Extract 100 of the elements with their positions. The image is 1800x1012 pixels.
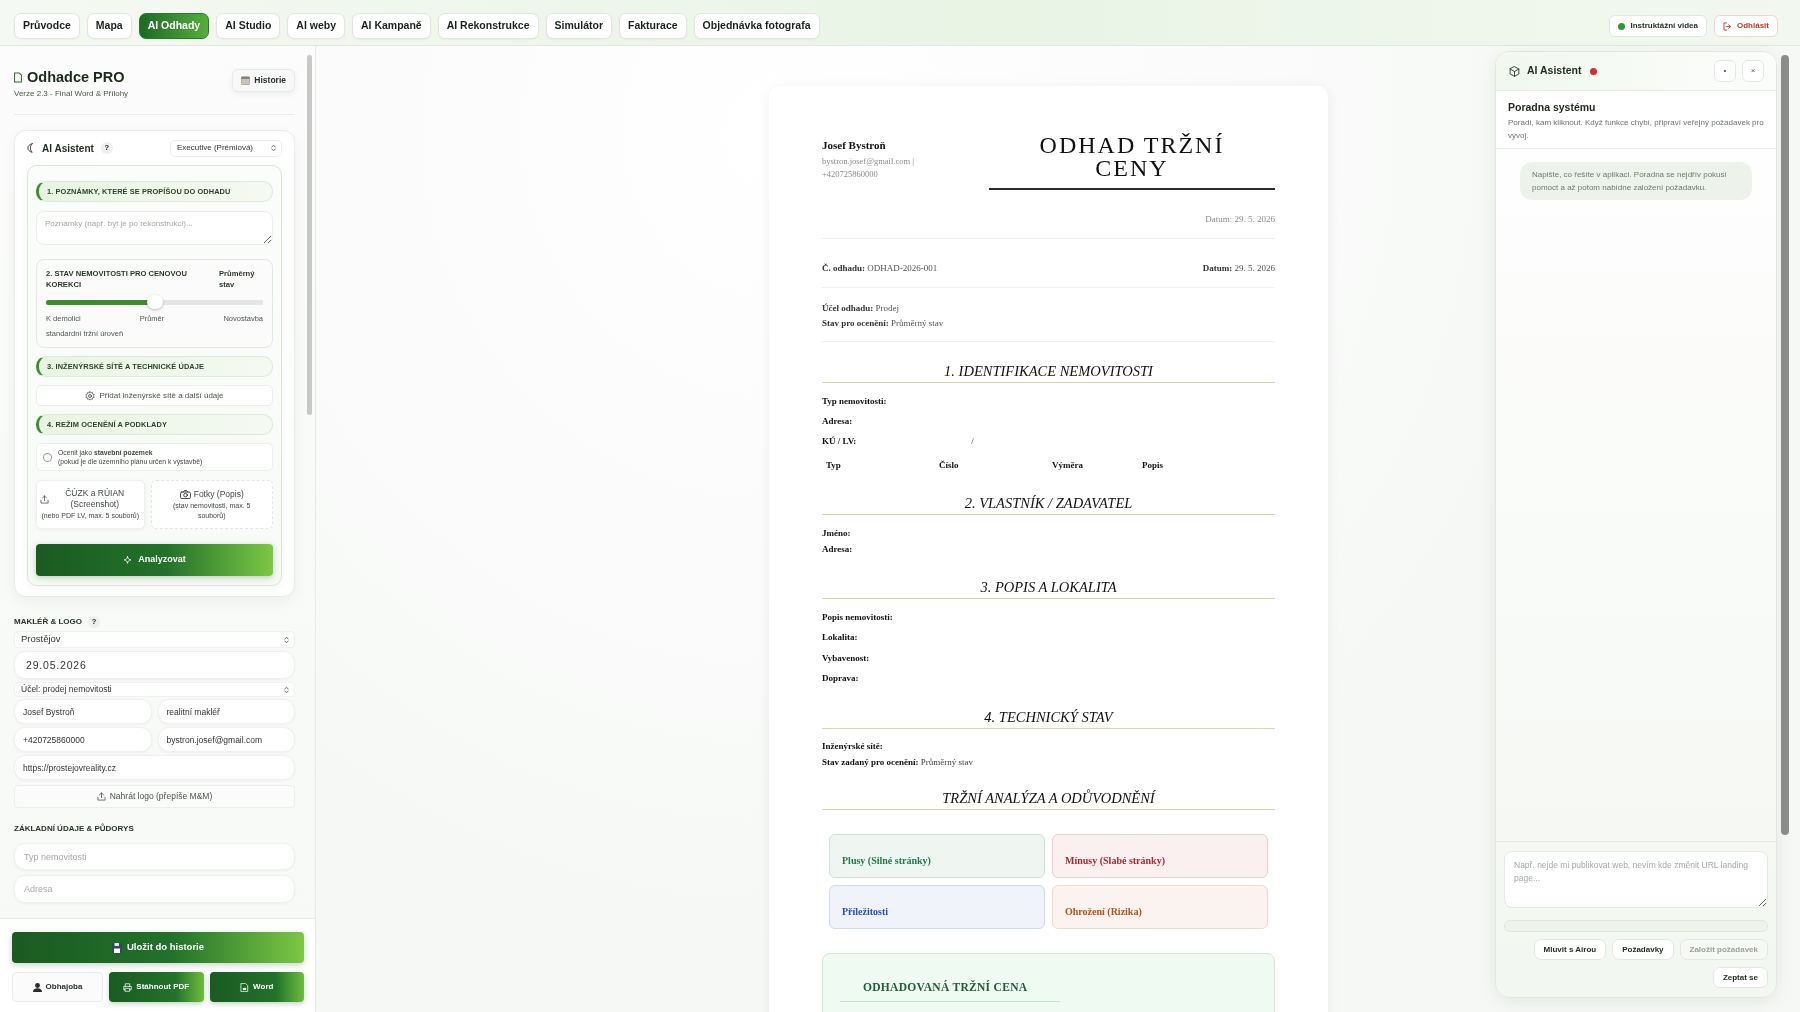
author-name: Josef Bystroň <box>822 138 887 152</box>
nav-tab[interactable]: Objednávka fotografa <box>693 13 820 39</box>
date-text: Datum: 29. 5. 2026 <box>1204 213 1275 225</box>
field-label: Jméno: <box>822 526 852 539</box>
upload-icon <box>96 792 106 801</box>
table-header: Typ <box>826 458 842 471</box>
gear-icon <box>85 390 96 401</box>
person-icon <box>32 982 42 992</box>
nav-tab[interactable]: Simulátor <box>545 13 612 39</box>
field-label: KÚ / LV: <box>822 434 857 447</box>
add-utilities-button[interactable]: Přidat inženýrské sítě a další údaje <box>36 385 273 406</box>
cube-icon <box>1509 65 1520 77</box>
assistant-title: AI Asistent <box>42 141 94 156</box>
field-label: Adresa: <box>822 415 854 427</box>
section-heading: 3. POPIS A LOKALITA <box>822 578 1275 599</box>
purpose-select[interactable]: Účel: prodej nemovitosti <box>14 682 295 697</box>
meta-field: Účel odhadu: Prodej <box>822 301 1275 316</box>
city-select[interactable]: Prostějov <box>14 631 295 648</box>
scrollbar-thumb[interactable] <box>307 55 312 415</box>
upload-icon <box>40 494 49 504</box>
nav-tab[interactable]: AI Kampaně <box>352 13 431 39</box>
history-button[interactable]: Historie <box>232 69 295 92</box>
sparkle-icon <box>123 555 133 565</box>
author-contact: bystron.josef@gmail.com | +420725860000 <box>822 155 915 181</box>
document-title: ODHAD TRŽNÍ CENY <box>989 134 1275 190</box>
field-label: Adresa: <box>822 542 854 555</box>
nav-tab[interactable]: AI Odhady <box>138 13 210 39</box>
panel-description: Poradí, kam kliknout. Když funkce chybí, připraví veřejný požadavek pro vývoj. <box>1508 117 1764 142</box>
section-heading: ZÁKLADNÍ ÚDAJE & PŮDORYS <box>14 822 135 835</box>
date-field[interactable]: 29.05.2026 <box>14 651 295 679</box>
name-field[interactable]: Josef Bystroň <box>14 699 152 724</box>
section-heading: MAKLÉŘ & LOGO <box>14 616 82 628</box>
analysis-card-title: Ohrožení (Rizika) <box>1065 905 1142 919</box>
up-down-caret-icon <box>284 635 289 644</box>
tutorial-videos-button[interactable]: Instruktážní videa <box>1609 15 1707 37</box>
nav-tab[interactable]: Fakturace <box>619 13 687 39</box>
meta-field: Datum: 29. 5. 2026 <box>1202 262 1275 274</box>
nav-tab[interactable]: AI Rekonstrukce <box>437 13 539 39</box>
analysis-card-title: Příležitosti <box>842 905 889 919</box>
up-down-caret-icon <box>271 144 276 152</box>
field-label: Doprava: <box>822 672 860 684</box>
field-label: Lokalita: <box>822 631 859 643</box>
table-header: Číslo <box>939 458 960 471</box>
document-icon <box>14 71 22 83</box>
input-field[interactable]: Adresa <box>14 875 295 903</box>
up-down-caret-icon <box>284 685 289 694</box>
input-field[interactable]: Typ nemovitosti <box>14 843 295 870</box>
table-header: Popis <box>1142 458 1163 471</box>
nav-tab[interactable]: AI weby <box>287 13 345 39</box>
section-heading: 4. TECHNICKÝ STAV <box>822 707 1275 729</box>
analysis-card-title: Mínusy (Slabé stránky) <box>1065 854 1165 868</box>
options-button[interactable]: • <box>1714 60 1736 82</box>
field-label: Stav zadaný pro ocenění: Průměrný stav <box>822 756 975 768</box>
upload-logo-button[interactable]: Nahrát logo (přepíše M&M) <box>14 785 295 808</box>
email-field[interactable]: bystron.josef@gmail.com <box>157 727 295 752</box>
mode-select[interactable]: Executive (Prémiová) <box>170 139 282 157</box>
nav-tab[interactable]: Mapa <box>86 13 132 39</box>
price-heading: ODHADOVANÁ TRŽNÍ CENA <box>840 979 1060 1003</box>
panel-title: AI Asistent <box>1527 63 1582 79</box>
camera-icon <box>179 489 191 499</box>
field-label: Vybavenost: <box>822 651 871 664</box>
field-value: / <box>971 434 974 447</box>
analysis-card-title: Plusy (Silné stránky) <box>842 854 931 868</box>
section-heading: 2. VLASTNÍK / ZADAVATEL <box>822 494 1275 515</box>
notes-field[interactable]: Poznámky (např. byt je po rekonstrukci)... <box>36 211 273 245</box>
logout-button[interactable]: Odhlásit <box>1714 15 1778 37</box>
status-dot-icon <box>1618 22 1626 30</box>
save-button[interactable]: Uložit do historie <box>12 932 304 963</box>
send-button[interactable]: Zeptat se <box>1712 967 1768 988</box>
section-heading: TRŽNÍ ANALÝZA A ODŮVODNĚNÍ <box>822 789 1275 810</box>
panel-heading: Poradna systému <box>1508 100 1597 114</box>
defense-button[interactable]: Obhajoba <box>12 972 103 1002</box>
app-title: Odhadce PRO <box>27 68 125 86</box>
close-button[interactable]: × <box>1742 60 1764 82</box>
meta-field: Č. odhadu: ODHAD-2026-001 <box>822 262 938 274</box>
word-export-button[interactable]: Word <box>209 972 304 1002</box>
printer-icon <box>123 982 133 992</box>
download-pdf-button[interactable]: Stáhnout PDF <box>109 972 204 1002</box>
meta-field: Stav pro ocenění: Průměrný stav <box>822 316 1275 331</box>
nav-tab[interactable]: Průvodce <box>14 13 80 39</box>
analyze-button[interactable]: Analyzovat <box>36 544 273 576</box>
phone-field[interactable]: +420725860000 <box>14 727 152 752</box>
section-heading: 1. IDENTIFIKACE NEMOVITOSTI <box>822 362 1275 383</box>
crescent-icon <box>27 143 33 153</box>
role-field[interactable]: realitní makléř <box>157 699 295 724</box>
checkbox[interactable] <box>43 452 52 462</box>
chat-message: Napište, co řešíte v aplikaci. Poradna se nejdřív pokusí pomoct a až potom nabídne založení požadavku. <box>1520 162 1752 200</box>
website-field[interactable]: https://prostejovreality.cz <box>14 755 295 780</box>
field-label: Inženýrské sítě: <box>822 740 884 752</box>
message-field[interactable]: Např. nejde mi publikovat web, nevím kde změnit URL landing page... <box>1504 851 1768 908</box>
field-label: Typ nemovitosti: <box>822 394 888 407</box>
scrollbar-thumb[interactable] <box>1781 55 1789 835</box>
version-text: Verze 2.3 - Final Word & Přílohy <box>14 88 129 100</box>
slider-thumb[interactable] <box>146 295 163 309</box>
field-label: Popis nemovitosti: <box>822 610 894 623</box>
panel-button[interactable]: Mluvit s Airou <box>1533 939 1607 960</box>
status-dot-icon <box>1590 67 1598 75</box>
panel-button[interactable]: Požadavky <box>1612 939 1674 960</box>
logout-icon <box>1723 21 1732 31</box>
nav-tab[interactable]: AI Studio <box>216 13 281 39</box>
